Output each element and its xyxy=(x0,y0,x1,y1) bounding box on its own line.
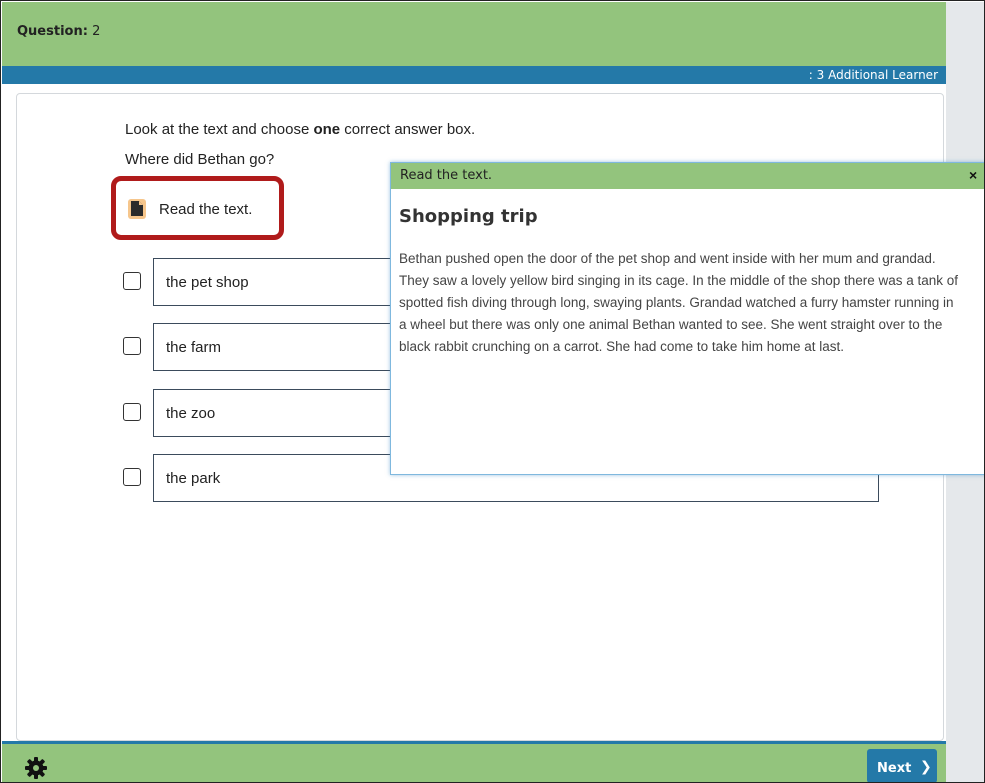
app-frame: Question: 2 : 3 Additional Learner Look … xyxy=(0,0,985,783)
document-icon xyxy=(128,199,146,219)
instruction-bold: one xyxy=(313,121,341,138)
section-bar: : 3 Additional Learner xyxy=(2,66,946,84)
answer-checkbox[interactable] xyxy=(123,272,141,290)
answer-label: the zoo xyxy=(166,405,216,422)
instruction-text: Look at the text and choose one correct … xyxy=(125,121,475,138)
question-label: Question: xyxy=(17,24,88,39)
footer-divider xyxy=(2,741,946,744)
answer-checkbox[interactable] xyxy=(123,403,141,421)
question-number: 2 xyxy=(92,24,101,39)
gear-icon[interactable] xyxy=(24,756,48,780)
instruction-post: correct answer box. xyxy=(340,121,476,138)
next-button[interactable]: Next ❯ xyxy=(867,749,937,782)
answer-label: the pet shop xyxy=(166,274,249,291)
reading-text-popup: Read the text. × Shopping trip Bethan pu… xyxy=(390,162,984,475)
read-text-button[interactable]: Read the text. xyxy=(111,176,284,240)
answer-label: the park xyxy=(166,470,221,487)
close-icon[interactable]: × xyxy=(969,167,977,183)
section-title: : 3 Additional Learner xyxy=(808,68,938,82)
answer-label: the farm xyxy=(166,339,222,356)
instruction-pre: Look at the text and choose xyxy=(125,121,314,138)
chevron-right-icon: ❯ xyxy=(920,759,932,775)
popup-titlebar[interactable]: Read the text. × xyxy=(391,163,984,189)
answer-checkbox[interactable] xyxy=(123,468,141,486)
footer-bar xyxy=(2,741,946,782)
question-text: Where did Bethan go? xyxy=(125,151,275,168)
answer-checkbox[interactable] xyxy=(123,337,141,355)
header-bar: Question: 2 xyxy=(2,2,946,66)
passage-heading: Shopping trip xyxy=(399,206,538,227)
passage-body: Bethan pushed open the door of the pet s… xyxy=(399,251,959,354)
question-indicator: Question: 2 xyxy=(17,24,100,39)
read-text-label: Read the text. xyxy=(159,201,253,218)
next-label: Next xyxy=(877,761,912,776)
popup-title: Read the text. xyxy=(400,168,493,183)
